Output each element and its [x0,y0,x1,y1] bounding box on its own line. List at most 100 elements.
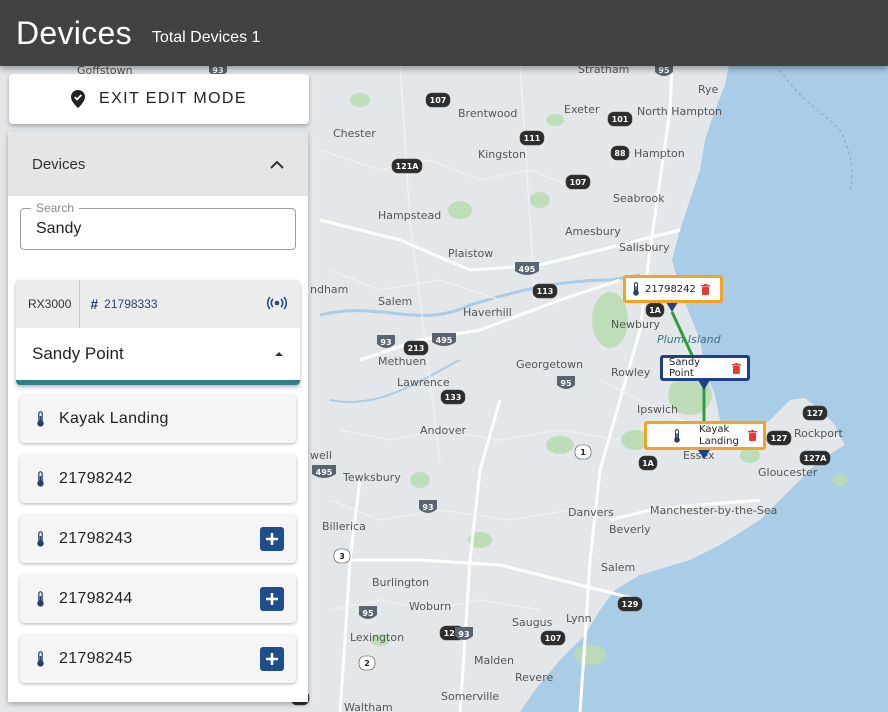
sensor-label: 21798242 [59,470,133,487]
map-town-label: Seabrook [613,192,665,205]
chevron-up-icon[interactable] [270,160,284,169]
add-sensor-button[interactable] [260,527,284,551]
route-shield-label: 107 [570,178,587,187]
exit-edit-mode-button[interactable]: EXIT EDIT MODE [9,74,309,124]
map-town-label: Kingston [478,148,526,161]
route-shield-label: 1 [580,448,586,457]
route-shield-label: 95 [560,379,572,388]
trash-icon[interactable] [732,362,741,374]
plus-icon [266,593,278,605]
sensor-label: Kayak Landing [59,410,169,427]
map-town-label: Amesbury [565,225,621,238]
sensor-item[interactable]: Kayak Landing [20,395,296,443]
search-field: Search [20,201,296,250]
map-town-label: Exeter [564,103,600,116]
page-title: Devices [16,14,132,51]
map-town-label: Manchester-by-the-Sea [650,504,777,517]
map-town-label: well [310,449,332,462]
device-name: Sandy Point [32,344,124,363]
route-shield: 1A [638,455,658,471]
thermometer-icon [37,411,44,427]
map-town-label: Malden [474,654,514,667]
sensor-label: 21798243 [59,530,133,547]
route-shield-label: 121A [396,162,420,171]
route-shield-label: 129 [622,600,639,609]
route-shield: 127 [802,405,828,421]
exit-edit-mode-label: EXIT EDIT MODE [99,90,247,107]
map-town-label: Lexington [350,631,404,644]
route-shield-label: 213 [408,344,425,353]
route-shield: 213 [403,340,429,356]
route-shield: 127 [766,430,792,446]
sensor-list: Kayak Landing 21798242 21798243 21798244… [8,385,308,683]
map-town-label: Chester [333,127,376,140]
caret-up-icon[interactable] [274,351,284,357]
map-town-label: Woburn [409,600,451,613]
sensor-item[interactable]: 21798243 [20,515,296,563]
map-town-label: Beverly [609,523,651,536]
map-town-label: Danvers [568,506,614,519]
search-legend: Search [31,201,80,215]
map-marker-sensor[interactable]: 21798242 [623,275,723,303]
map-town-label: Salem [601,561,635,574]
route-shield: 113 [532,283,558,299]
map-town-label: Ipswich [637,403,678,416]
route-shield: 2 [358,655,376,671]
map-town-label: Brentwood [458,107,517,120]
trash-icon[interactable] [700,283,710,295]
plus-icon [266,533,278,545]
device-name-row[interactable]: Sandy Point [16,328,300,380]
devices-panel-header[interactable]: Devices [8,132,308,196]
map-town-label: Rowley [611,366,651,379]
map-town-label: Plaistow [448,247,493,260]
route-shield-label: 93 [422,503,433,512]
map-town-label: Billerica [322,520,366,533]
map-town-label: Tewksbury [342,471,401,484]
route-shield-label: 495 [436,336,453,345]
route-shield-label: 93 [380,338,391,347]
route-shield: 1A [645,302,665,318]
plus-icon [266,653,278,665]
route-shield-label: 495 [519,265,536,274]
devices-panel: Devices Search RX3000 # 21798333 [8,132,308,702]
trash-icon[interactable] [748,430,757,441]
device-info-bar: RX3000 # 21798333 [16,280,300,328]
map-marker-label: 21798242 [645,283,696,295]
map-town-label: Haverhill [463,306,512,319]
thermometer-icon [37,471,44,487]
add-sensor-button[interactable] [260,587,284,611]
devices-panel-title: Devices [32,155,86,173]
route-shield: 107 [540,630,566,646]
sensor-label: 21798245 [59,650,133,667]
sensor-label: 21798244 [59,590,133,607]
sensor-item[interactable]: 21798244 [20,575,296,623]
route-shield-label: 127A [804,454,828,463]
route-shield: 129 [617,596,643,612]
route-shield-label: 2 [364,659,370,668]
route-shield: 107 [565,174,591,190]
sensor-item[interactable]: 21798242 [20,455,296,503]
search-input[interactable] [21,209,295,249]
thermometer-icon [674,428,680,443]
route-shield-label: 127 [807,409,824,418]
map-town-label: Salem [378,295,412,308]
route-shield: 1 [574,444,592,460]
map-town-label: Newbury [611,318,660,331]
map-town-label: Hampstead [378,209,441,222]
map-marker-sensor[interactable]: Kayak Landing [644,421,766,450]
add-sensor-button[interactable] [260,647,284,671]
route-shield-label: 107 [545,634,562,643]
map-marker-gateway[interactable]: Sandy Point [660,355,750,381]
device-model: RX3000 [28,280,81,328]
map-town-label: Rye [698,83,719,96]
sensor-item[interactable]: 21798245 [20,635,296,683]
route-shield: 127A [799,450,831,466]
route-shield: 101 [607,111,633,127]
route-shield-label: 107 [430,96,447,105]
route-shield: 133 [440,389,466,405]
route-shield: 88 [610,145,630,161]
map-water-label: Plum Island [657,333,722,346]
map-town-label: Burlington [372,576,429,589]
map-town-label: Revere [515,671,553,684]
map-marker-label: Sandy Point [669,357,701,379]
